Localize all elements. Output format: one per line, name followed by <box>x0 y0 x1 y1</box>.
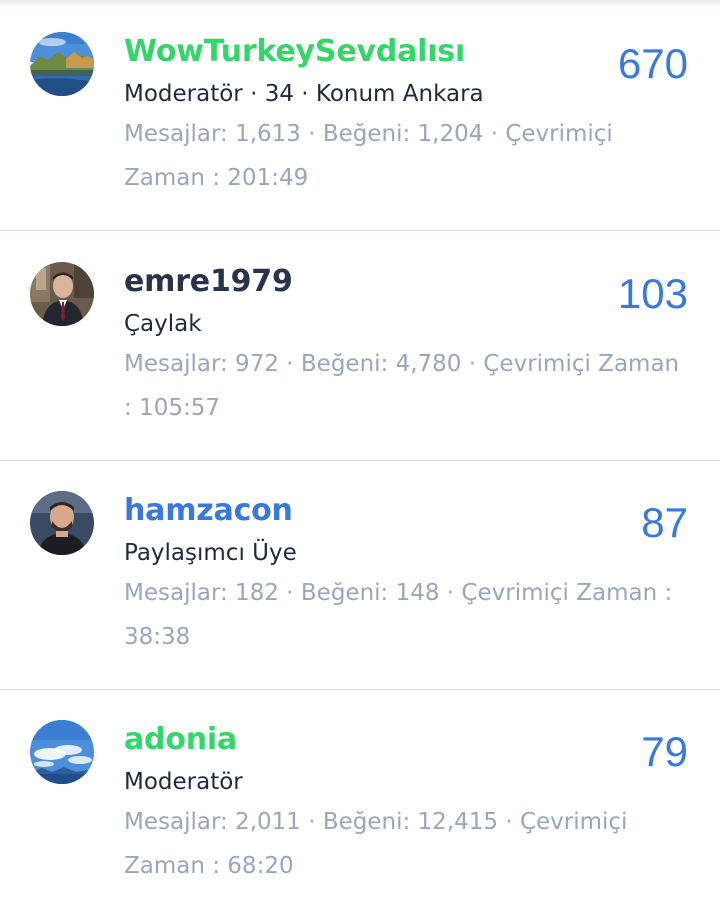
avatar[interactable] <box>30 720 94 784</box>
man-in-suit-avatar-image <box>30 262 94 326</box>
member-body: emre1979 Çaylak Mesajlar: 972 · Beğeni: … <box>124 258 694 430</box>
member-row[interactable]: WowTurkeySevdalısı Moderatör · 34 · Konu… <box>0 2 720 231</box>
user-title: Paylaşımcı Üye <box>124 540 297 566</box>
member-stats: Mesajlar: 2,011 · Beğeni: 12,415 · Çevri… <box>124 809 628 879</box>
man-portrait-avatar-image <box>30 491 94 555</box>
username-link[interactable]: adonia <box>124 716 237 764</box>
avatar[interactable] <box>30 491 94 555</box>
user-title: Moderatör <box>124 769 243 795</box>
landscape-lake-avatar-image <box>30 32 94 96</box>
avatar[interactable] <box>30 262 94 326</box>
member-stats: Mesajlar: 972 · Beğeni: 4,780 · Çevrimiç… <box>124 351 680 421</box>
member-score: 79 <box>641 728 688 775</box>
avatar[interactable] <box>30 32 94 96</box>
member-score: 87 <box>641 499 688 546</box>
member-row[interactable]: adonia Moderatör Mesajlar: 2,011 · Beğen… <box>0 690 720 919</box>
member-stats: Mesajlar: 1,613 · Beğeni: 1,204 · Çevrim… <box>124 121 613 191</box>
member-body: hamzacon Paylaşımcı Üye Mesajlar: 182 · … <box>124 487 694 659</box>
member-row[interactable]: emre1979 Çaylak Mesajlar: 972 · Beğeni: … <box>0 232 720 461</box>
member-score: 103 <box>617 270 688 317</box>
username-link[interactable]: hamzacon <box>124 487 293 535</box>
user-title: Moderatör · 34 · Konum Ankara <box>124 81 484 107</box>
user-title: Çaylak <box>124 311 202 337</box>
member-stats: Mesajlar: 182 · Beğeni: 148 · Çevrimiçi … <box>124 580 673 650</box>
member-body: adonia Moderatör Mesajlar: 2,011 · Beğen… <box>124 716 694 888</box>
username-link[interactable]: emre1979 <box>124 258 293 306</box>
member-row[interactable]: hamzacon Paylaşımcı Üye Mesajlar: 182 · … <box>0 461 720 690</box>
sky-clouds-avatar-image <box>30 720 94 784</box>
member-body: WowTurkeySevdalısı Moderatör · 34 · Konu… <box>124 28 694 200</box>
username-link[interactable]: WowTurkeySevdalısı <box>124 28 465 76</box>
member-score: 670 <box>617 40 688 87</box>
